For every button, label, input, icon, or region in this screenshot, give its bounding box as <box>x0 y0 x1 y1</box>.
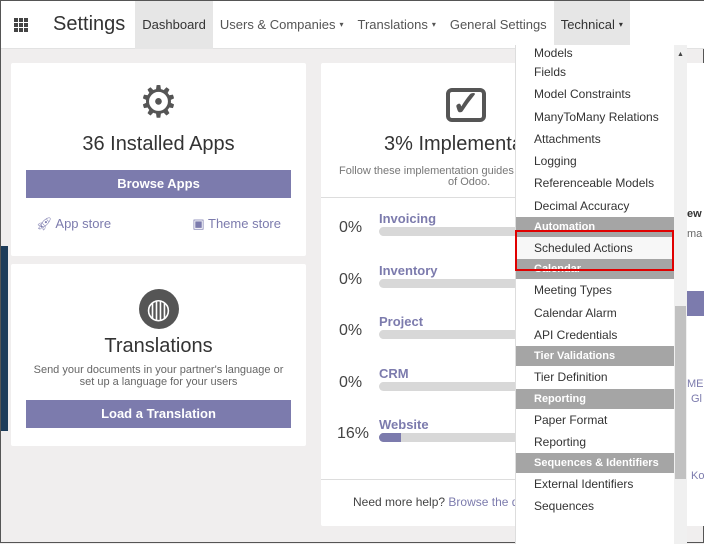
dropdown-item[interactable]: Decimal Accuracy <box>516 195 674 217</box>
gear-icon: ⚙ <box>138 78 179 127</box>
browse-docs-link[interactable]: Browse the d <box>448 495 518 509</box>
apps-grid-icon[interactable] <box>14 17 28 32</box>
app-title: Settings <box>53 13 126 35</box>
image-icon: ▣ <box>192 216 209 231</box>
dropdown-item[interactable]: API Credentials <box>516 324 674 346</box>
dropdown-section-header: Sequences & Identifiers <box>516 453 674 474</box>
progress-bar <box>379 330 519 339</box>
globe-icon: ◍ <box>138 289 179 329</box>
help-text: Need more help? Browse the d <box>353 495 519 509</box>
theme-store-link[interactable]: ▣ Theme store <box>192 216 281 232</box>
row-percent: 16% <box>337 425 370 442</box>
menu-users-companies[interactable]: Users & Companies ▾ <box>213 1 351 49</box>
dropdown-item[interactable]: ManyToMany Relations <box>516 106 674 128</box>
menu-general-settings[interactable]: General Settings <box>443 1 554 49</box>
installed-apps-title: 36 Installed Apps <box>82 133 235 155</box>
checkbox-icon: ✓ <box>446 87 486 122</box>
scrollbar-thumb[interactable] <box>675 306 686 479</box>
dropdown-item[interactable]: Sequences <box>516 495 674 517</box>
browse-apps-button[interactable]: Browse Apps <box>26 170 291 198</box>
progress-fill <box>379 433 402 442</box>
dropdown-item[interactable]: Calendar Alarm <box>516 302 674 324</box>
row-percent: 0% <box>339 373 363 391</box>
dropdown-item[interactable]: Reporting <box>516 431 674 453</box>
partial-card-right: ew ma ME Gl Ko <box>687 63 704 526</box>
dropdown-item[interactable]: Models <box>516 45 674 61</box>
row-percent: 0% <box>339 322 363 339</box>
progress-bar <box>379 278 519 288</box>
dropdown-item[interactable]: Logging <box>516 150 674 172</box>
row-link[interactable]: Project <box>379 314 423 329</box>
implementation-row: 0% Invoicing <box>321 211 521 251</box>
translations-card: ◍ Translations Send your documents in yo… <box>11 264 306 446</box>
implementation-row: 0% CRM <box>321 366 521 406</box>
app-store-link[interactable]: 🚀︎ App store <box>36 216 111 232</box>
dropdown-item[interactable]: Tier Definition <box>516 366 674 388</box>
row-percent: 0% <box>339 219 363 236</box>
implementation-row: 0% Inventory <box>321 263 521 303</box>
translations-description: Send your documents in your partner's la… <box>33 364 284 388</box>
dropdown-item[interactable]: Fields <box>516 61 674 83</box>
implementation-subtitle-2: of Odoo. <box>448 176 491 188</box>
dropdown-scrollbar[interactable]: ▲ <box>674 45 687 544</box>
implementation-row: 16% Website <box>321 417 521 457</box>
row-link[interactable]: CRM <box>379 366 409 381</box>
highlight-box <box>515 230 674 271</box>
top-navbar: Settings Dashboard Users & Companies ▾ Tr… <box>1 0 704 49</box>
dropdown-item[interactable]: Attachments <box>516 128 674 150</box>
dropdown-item[interactable]: External Identifiers <box>516 473 674 495</box>
progress-bar <box>379 433 519 442</box>
row-link[interactable]: Inventory <box>379 263 438 278</box>
implementation-title: 3% Implementa <box>384 133 523 155</box>
load-translation-button[interactable]: Load a Translation <box>26 400 291 428</box>
progress-bar <box>379 227 519 236</box>
dropdown-section-header: Reporting <box>516 388 674 409</box>
dropdown-item[interactable]: Paper Format <box>516 409 674 431</box>
menu-technical[interactable]: Technical ▾ <box>553 0 630 49</box>
row-link[interactable]: Invoicing <box>379 211 436 226</box>
scroll-up-arrow-icon[interactable]: ▲ <box>674 51 687 58</box>
rocket-icon: 🚀︎ <box>36 216 56 231</box>
dropdown-section-header: Tier Validations <box>516 346 674 367</box>
row-link[interactable]: Website <box>379 417 429 432</box>
implementation-row: 0% Project <box>321 314 521 354</box>
dropdown-item[interactable]: Model Constraints <box>516 83 674 105</box>
side-window-edge <box>1 246 8 431</box>
technical-dropdown-menu: Models Fields Model Constraints ManyToMany … <box>515 45 674 544</box>
menu-translations[interactable]: Translations ▾ <box>351 1 443 49</box>
progress-bar <box>379 381 519 391</box>
dropdown-item[interactable]: Referenceable Models <box>516 172 674 194</box>
menu-dashboard[interactable]: Dashboard <box>135 0 213 49</box>
translations-title: Translations <box>104 335 213 357</box>
installed-apps-card: ⚙ 36 Installed Apps Browse Apps 🚀︎ App s… <box>11 63 306 256</box>
implementation-subtitle: Follow these implementation guides t <box>339 165 520 177</box>
row-percent: 0% <box>339 270 363 288</box>
dropdown-item[interactable]: Meeting Types <box>516 279 674 301</box>
